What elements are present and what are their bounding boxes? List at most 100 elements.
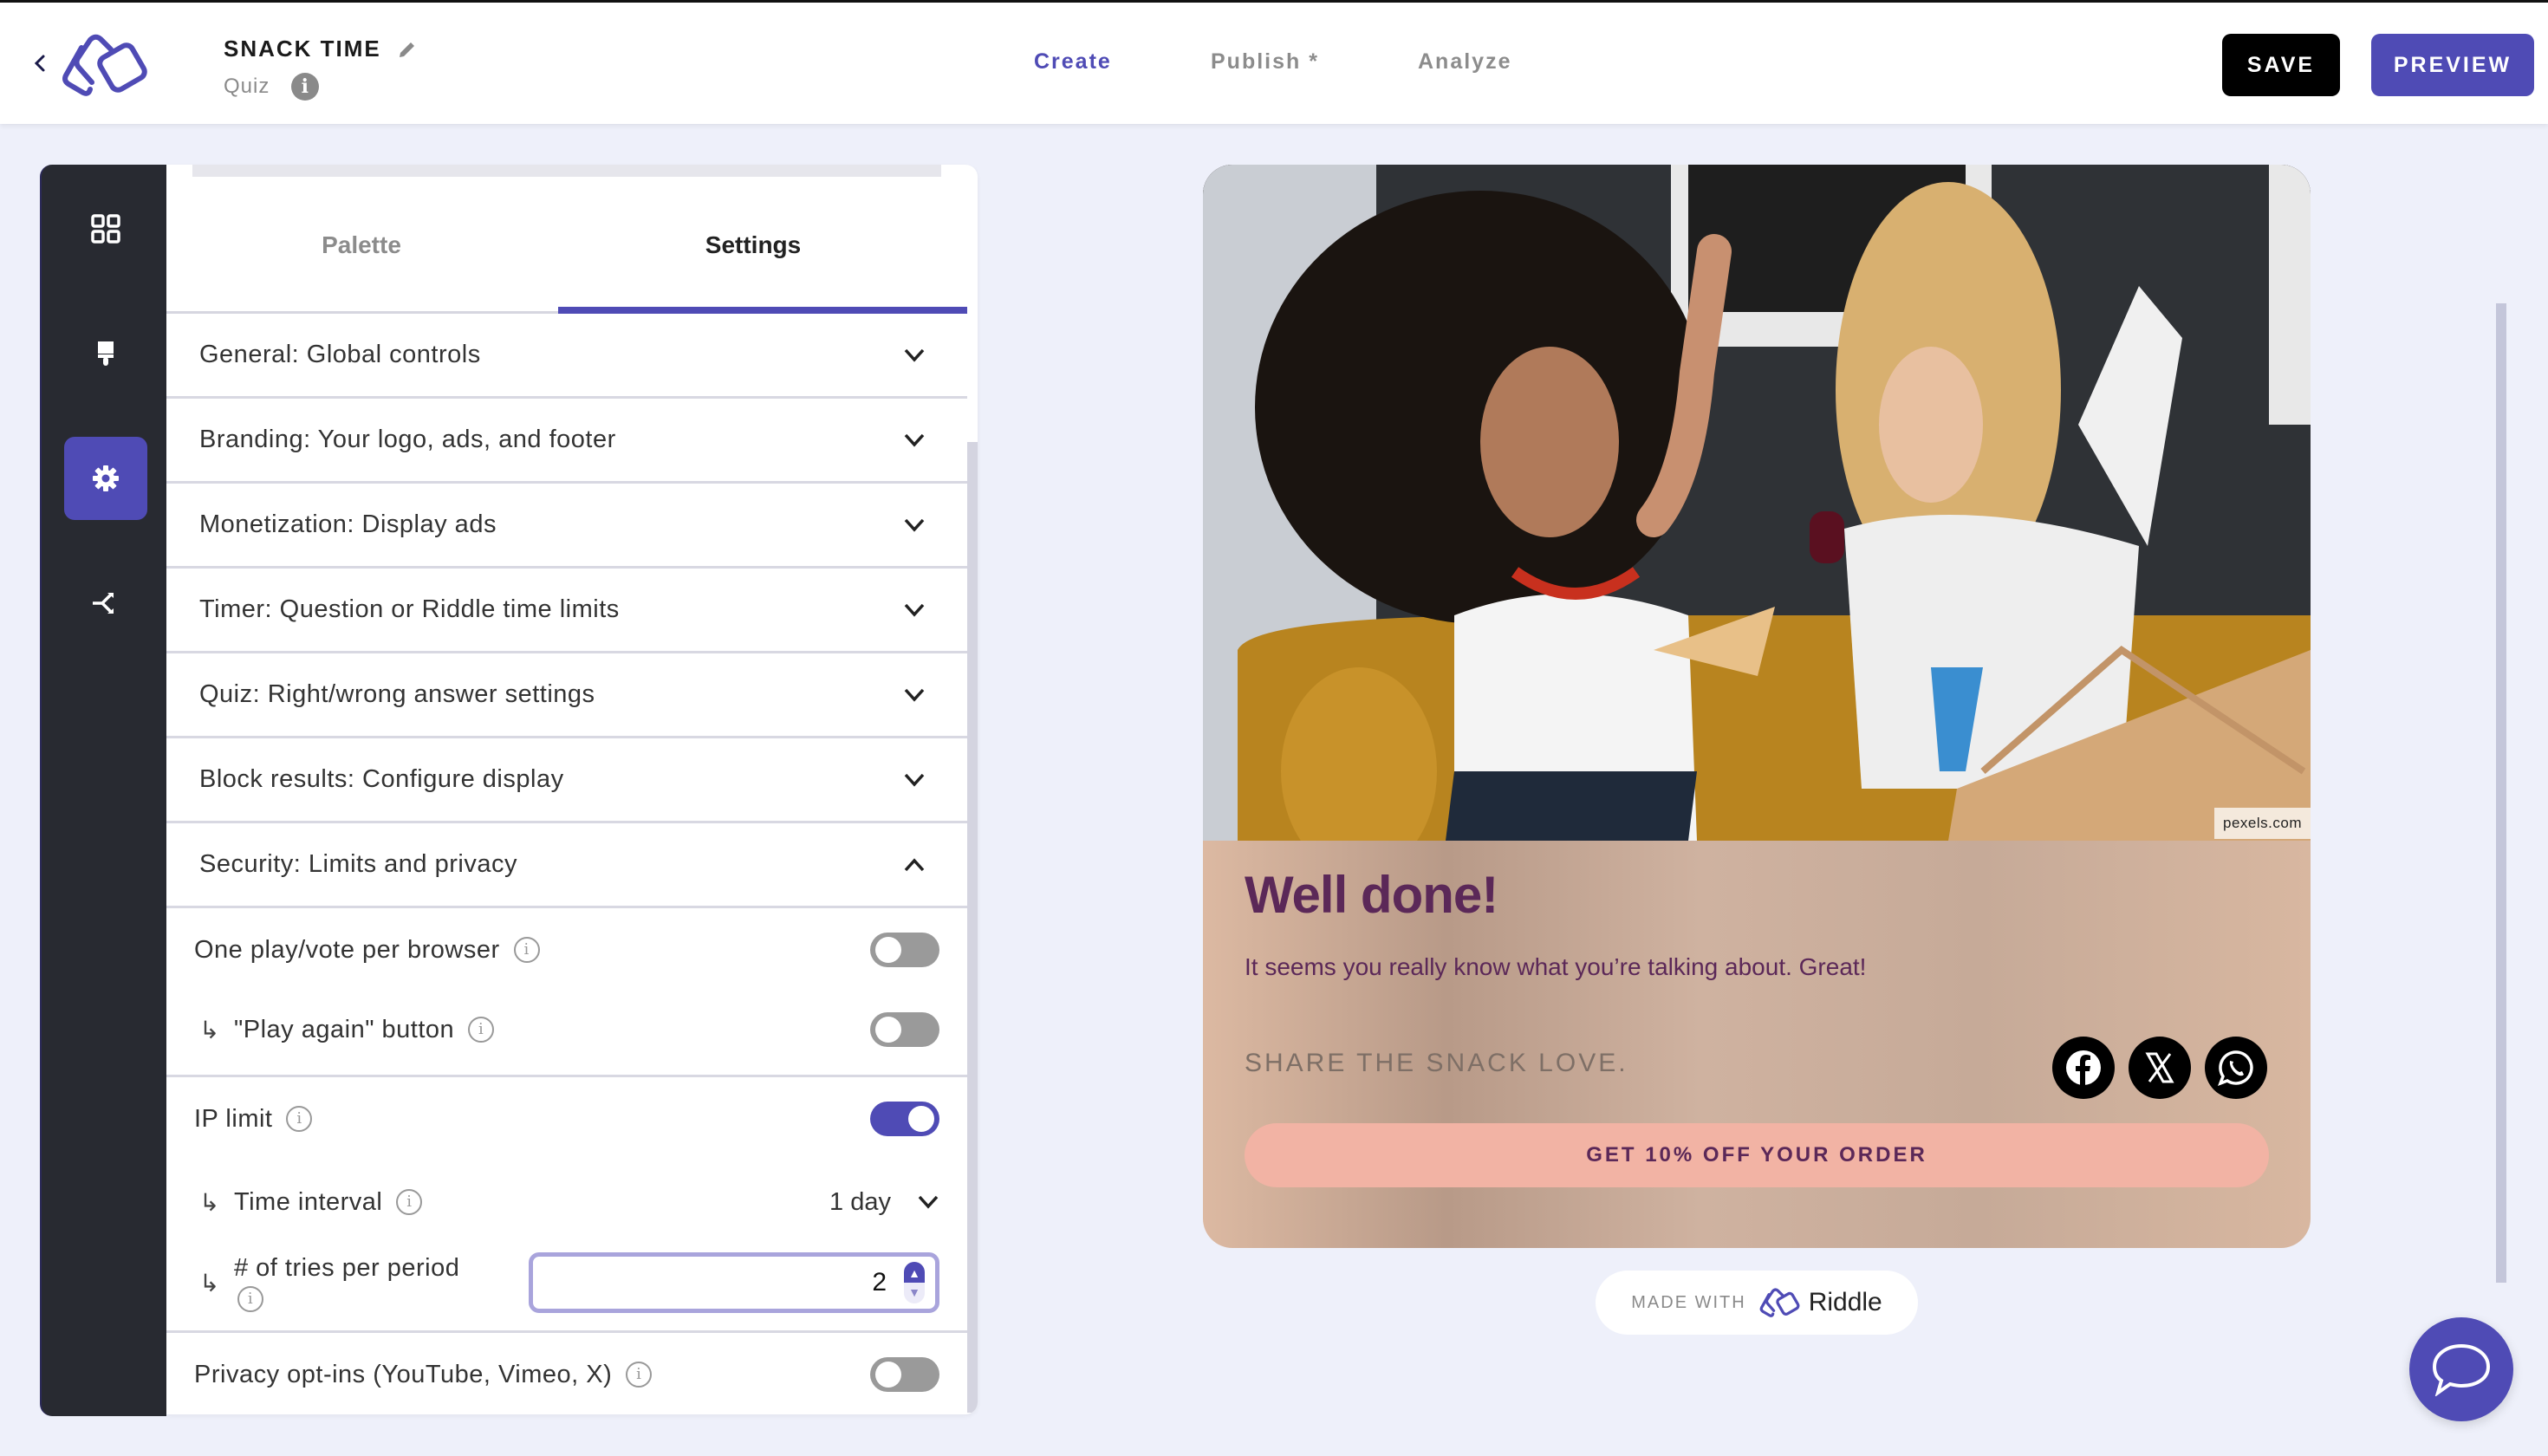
setting-label: Time interval: [233, 1187, 383, 1216]
accordion-label: Security: Limits and privacy: [199, 850, 517, 878]
chat-support-button[interactable]: [2409, 1317, 2513, 1421]
sidebar-item-blocks[interactable]: [64, 187, 147, 270]
x-icon: [2145, 1052, 2174, 1083]
setting-label: # of tries per period: [233, 1253, 460, 1282]
tries-number-input[interactable]: 2 ▲ ▼: [529, 1252, 939, 1313]
chevron-down-icon: [904, 518, 925, 532]
info-icon[interactable]: i: [468, 1017, 495, 1043]
chevron-down-icon: [904, 688, 925, 702]
panel-top-strip: [192, 165, 941, 177]
accordion-monetization[interactable]: Monetization: Display ads: [166, 484, 967, 569]
whatsapp-icon: [2218, 1050, 2253, 1086]
project-type: Quiz: [224, 75, 270, 98]
save-button[interactable]: SAVE: [2222, 34, 2340, 96]
tries-value: 2: [872, 1268, 887, 1297]
info-icon[interactable]: i: [396, 1189, 423, 1215]
sub-setting-arrow-icon: ↳: [199, 1188, 220, 1216]
setting-label: One play/vote per browser: [194, 935, 500, 964]
info-icon[interactable]: i: [286, 1106, 313, 1132]
photo-illustration: [1203, 165, 2311, 841]
preview-button[interactable]: PREVIEW: [2371, 34, 2534, 96]
accordion-security[interactable]: Security: Limits and privacy: [166, 823, 967, 908]
setting-play-again: ↳ "Play again" button i: [166, 991, 967, 1075]
tab-settings[interactable]: Settings: [558, 177, 948, 314]
back-icon[interactable]: [31, 49, 49, 77]
accordion-label: Monetization: Display ads: [199, 510, 497, 538]
setting-one-play: One play/vote per browser i: [166, 908, 967, 991]
chevron-down-icon: [904, 348, 925, 362]
riddle-brand-name: Riddle: [1808, 1288, 1882, 1316]
setting-time-interval: ↳ Time interval i 1 day: [166, 1160, 967, 1244]
result-description: It seems you really know what you’re tal…: [1245, 953, 1867, 980]
nav-tab-create[interactable]: Create: [1034, 49, 1112, 75]
info-icon[interactable]: i: [513, 937, 540, 963]
panel-tabs: Palette Settings: [166, 177, 967, 314]
setting-privacy-optins: Privacy opt-ins (YouTube, Vimeo, X) i: [166, 1333, 967, 1414]
discount-cta-button[interactable]: GET 10% OFF YOUR ORDER: [1245, 1123, 2269, 1187]
setting-ip-limit: IP limit i: [166, 1077, 967, 1160]
share-x-button[interactable]: [2129, 1037, 2191, 1099]
chevron-down-icon: [904, 433, 925, 447]
tab-palette[interactable]: Palette: [166, 177, 556, 314]
sidebar-item-logic[interactable]: [64, 562, 147, 645]
accordion-label: Branding: Your logo, ads, and footer: [199, 426, 616, 453]
sidebar-item-settings[interactable]: [64, 437, 147, 520]
top-header: SNACK TIME Quiz i Create Publish * Analy…: [0, 0, 2548, 124]
accordion-quiz[interactable]: Quiz: Right/wrong answer settings: [166, 653, 967, 738]
chevron-down-icon: [904, 603, 925, 617]
decrement-icon[interactable]: ▼: [904, 1283, 925, 1303]
made-with-label: MADE WITH: [1631, 1292, 1746, 1312]
share-facebook-button[interactable]: [2052, 1037, 2115, 1099]
info-icon[interactable]: i: [290, 73, 319, 101]
grid-icon: [91, 214, 120, 244]
share-branch-icon: [93, 593, 114, 614]
accordion-timer[interactable]: Timer: Question or Riddle time limits: [166, 569, 967, 653]
accordion-block-results[interactable]: Block results: Configure display: [166, 738, 967, 823]
accordion-label: Quiz: Right/wrong answer settings: [199, 680, 595, 708]
accordion-branding[interactable]: Branding: Your logo, ads, and footer: [166, 399, 967, 484]
riddle-logo-icon: [1759, 1288, 1800, 1317]
project-title: SNACK TIME: [224, 36, 381, 62]
active-tab-indicator: [558, 307, 967, 314]
security-ip-group: IP limit i ↳ Time interval i 1 day ↳ # o…: [166, 1077, 967, 1333]
sidebar-item-design[interactable]: [64, 312, 147, 395]
photo-credit: pexels.com: [2214, 808, 2311, 839]
time-interval-value: 1 day: [829, 1187, 891, 1216]
accordion-label: General: Global controls: [199, 341, 481, 368]
result-preview-card: pexels.com Well done! It seems you reall…: [1203, 165, 2311, 1248]
accordion-general[interactable]: General: Global controls: [166, 314, 967, 399]
project-title-block: SNACK TIME Quiz i: [224, 36, 418, 101]
share-whatsapp-button[interactable]: [2205, 1037, 2267, 1099]
made-with-riddle-badge[interactable]: MADE WITH Riddle: [1596, 1271, 1918, 1335]
one-play-toggle[interactable]: [870, 933, 939, 967]
play-again-toggle[interactable]: [870, 1012, 939, 1047]
setting-label: "Play again" button: [233, 1015, 455, 1043]
info-icon[interactable]: i: [626, 1362, 653, 1388]
chevron-down-icon: [918, 1195, 939, 1209]
ip-limit-toggle[interactable]: [870, 1102, 939, 1136]
preview-scrollbar[interactable]: [2496, 303, 2506, 1283]
sub-setting-arrow-icon: ↳: [199, 1269, 220, 1297]
sub-setting-arrow-icon: ↳: [199, 1016, 220, 1043]
share-prompt: SHARE THE SNACK LOVE.: [1245, 1049, 1628, 1077]
chevron-down-icon: [904, 773, 925, 787]
setting-label: Privacy opt-ins (YouTube, Vimeo, X): [194, 1360, 613, 1388]
chat-bubble-icon: [2432, 1343, 2491, 1396]
privacy-optins-toggle[interactable]: [870, 1357, 939, 1392]
info-icon[interactable]: i: [237, 1285, 263, 1312]
pencil-icon[interactable]: [397, 39, 418, 60]
paintbrush-icon: [98, 341, 114, 366]
increment-icon[interactable]: ▲: [904, 1262, 925, 1283]
nav-tab-publish[interactable]: Publish *: [1211, 49, 1319, 75]
accordion-label: Block results: Configure display: [199, 765, 564, 793]
nav-tab-analyze[interactable]: Analyze: [1418, 49, 1511, 75]
panel-scrollbar[interactable]: [967, 442, 978, 1413]
settings-panel: Palette Settings General: Global control…: [166, 165, 978, 1414]
time-interval-select[interactable]: 1 day: [829, 1188, 939, 1217]
result-image: pexels.com: [1203, 165, 2311, 841]
number-spinner: ▲ ▼: [904, 1262, 925, 1303]
riddle-logo-icon[interactable]: [59, 30, 156, 100]
facebook-icon: [2066, 1050, 2101, 1085]
chevron-up-icon: [904, 857, 925, 871]
setting-tries: ↳ # of tries per period i 2 ▲ ▼: [166, 1244, 967, 1330]
